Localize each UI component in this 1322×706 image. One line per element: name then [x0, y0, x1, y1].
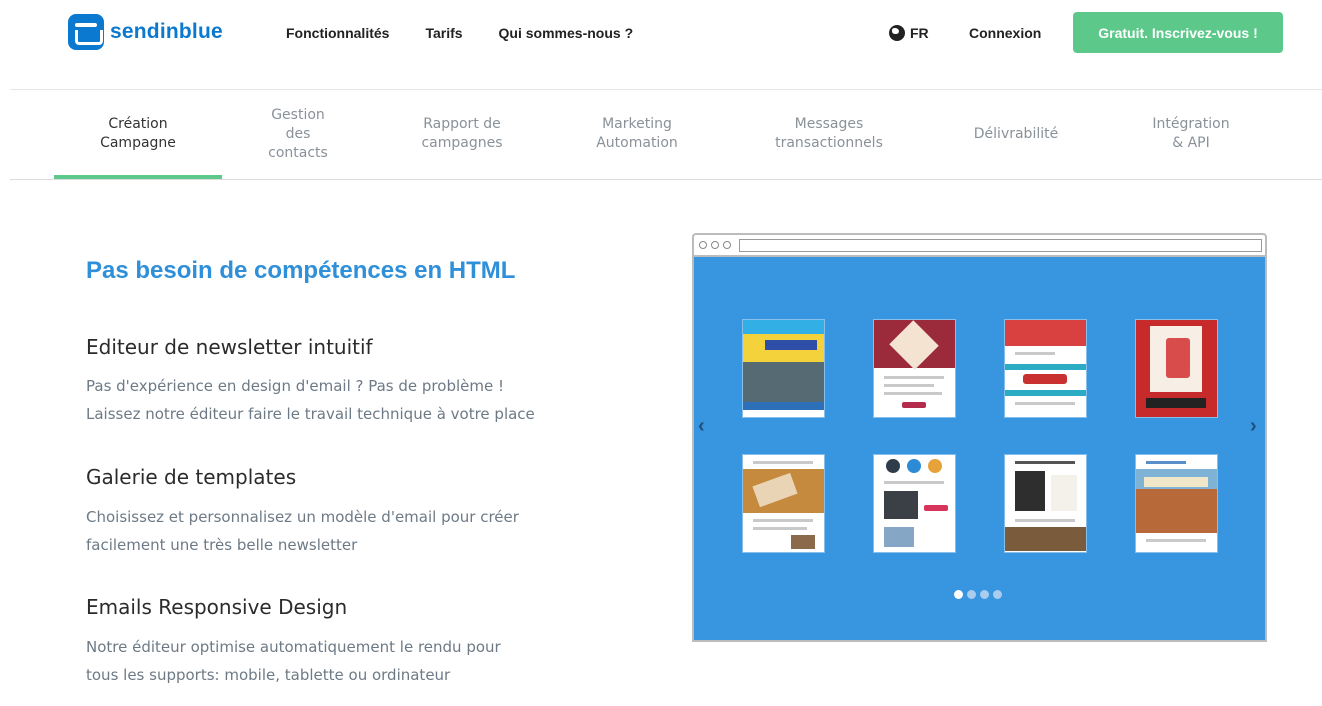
feature-title-editor: Editeur de newsletter intuitif [86, 335, 373, 359]
language-label: FR [910, 25, 929, 41]
feature-desc-responsive-line1: Notre éditeur optimise automatiquement l… [86, 638, 501, 656]
nav-link-pricing[interactable]: Tarifs [425, 25, 462, 41]
window-dot-icon [723, 241, 731, 249]
feature-title-templates: Galerie de templates [86, 465, 297, 489]
tab-delivrabilite[interactable]: Délivrabilité [940, 90, 1092, 178]
tab-marketing-automation[interactable]: Marketing Automation [566, 90, 708, 178]
carousel-dot[interactable] [993, 590, 1002, 599]
template-thumbnail[interactable] [1136, 320, 1217, 417]
chevron-left-icon[interactable]: ‹ [698, 415, 705, 438]
language-selector[interactable]: FR [889, 25, 929, 41]
carousel-dot[interactable] [954, 590, 963, 599]
template-thumbnail[interactable] [1005, 455, 1086, 552]
envelope-logo-icon [68, 14, 104, 50]
nav-link-about[interactable]: Qui sommes-nous ? [499, 25, 634, 41]
feature-tabs: Création Campagne Gestion des contacts R… [0, 90, 1322, 180]
tabs-divider [10, 179, 1322, 180]
template-thumbnail[interactable] [743, 320, 824, 417]
login-link[interactable]: Connexion [969, 25, 1041, 41]
template-thumbnail[interactable] [874, 320, 955, 417]
address-bar [739, 239, 1262, 252]
brand-name: sendinblue [110, 20, 223, 43]
browser-toolbar [694, 235, 1265, 257]
template-thumbnail[interactable] [874, 455, 955, 552]
feature-desc-responsive-line2: tous les supports: mobile, tablette ou o… [86, 666, 451, 684]
feature-desc-templates-line1: Choisissez et personnalisez un modèle d'… [86, 508, 519, 526]
template-thumbnail[interactable] [1136, 455, 1217, 552]
sendinblue-logo[interactable]: sendinblue [68, 14, 223, 50]
window-dot-icon [711, 241, 719, 249]
browser-mockup: ‹ › [692, 233, 1267, 642]
main-menu: Fonctionnalités Tarifs Qui sommes-nous ? [286, 25, 633, 41]
chevron-right-icon[interactable]: › [1250, 415, 1257, 438]
template-thumbnail[interactable] [743, 455, 824, 552]
top-navigation: sendinblue Fonctionnalités Tarifs Qui so… [0, 0, 1322, 70]
tab-rapport-campagnes[interactable]: Rapport de campagnes [392, 90, 532, 178]
template-thumbnail[interactable] [1005, 320, 1086, 417]
page-headline: Pas besoin de compétences en HTML [86, 257, 516, 284]
tab-messages-transactionnels[interactable]: Messages transactionnels [750, 90, 908, 178]
globe-icon [889, 25, 905, 41]
feature-desc-editor-line1: Pas d'expérience en design d'email ? Pas… [86, 377, 504, 395]
tab-creation-campagne[interactable]: Création Campagne [54, 90, 222, 178]
carousel-dot[interactable] [980, 590, 989, 599]
tab-integration-api[interactable]: Intégration & API [1122, 90, 1260, 178]
carousel-dot[interactable] [967, 590, 976, 599]
feature-title-responsive: Emails Responsive Design [86, 595, 348, 619]
feature-desc-templates-line2: facilement une très belle newsletter [86, 536, 358, 554]
signup-button[interactable]: Gratuit. Inscrivez-vous ! [1073, 12, 1283, 53]
tab-gestion-contacts[interactable]: Gestion des contacts [236, 90, 360, 178]
nav-link-features[interactable]: Fonctionnalités [286, 25, 389, 41]
feature-desc-editor-line2: Laissez notre éditeur faire le travail t… [86, 405, 535, 423]
carousel-pagination [954, 590, 1002, 599]
window-dot-icon [699, 241, 707, 249]
